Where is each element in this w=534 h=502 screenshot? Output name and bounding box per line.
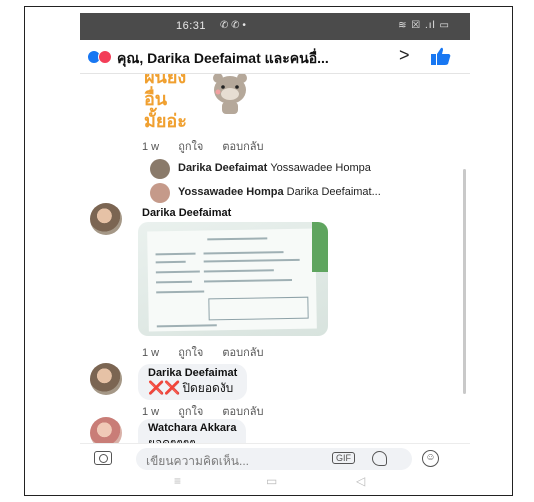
document-photo[interactable] [138, 222, 328, 336]
home-icon[interactable]: ▭ [266, 474, 277, 488]
cross-mark-icon: ❌❌ [148, 380, 181, 395]
comment-author[interactable]: Darika Deefaimat [148, 367, 237, 379]
phone-screen: 16:31 ✆ ✆ • ≋ ☒ .ıl ▭ คุณ, Darika Deefai… [80, 13, 470, 491]
comment-time: 1 w [142, 406, 160, 418]
reply-author: Darika Deefaimat Yossawadee Hompa [178, 162, 371, 174]
android-nav-bar: ≡ ▭ ◁ [80, 473, 470, 491]
comment-text: ❌❌ ปิดยอดงับ [148, 380, 234, 395]
reactors-title[interactable]: คุณ, Darika Deefaimat และคนอื่... [117, 48, 329, 70]
system-icons: ≋ ☒ .ıl ▭ [398, 20, 450, 31]
avatar [150, 183, 170, 203]
love-reaction-icon [98, 50, 112, 64]
reactions-header[interactable]: คุณ, Darika Deefaimat และคนอื่... > [80, 40, 470, 74]
reply-link[interactable]: ตอบกลับ [222, 141, 263, 153]
like-link[interactable]: ถูกใจ [178, 141, 203, 153]
reply-link[interactable]: ตอบกลับ [222, 406, 263, 418]
avatar [150, 159, 170, 179]
comment-actions: 1 w ถูกใจ ตอบกลับ [142, 137, 280, 155]
like-link[interactable]: ถูกใจ [178, 347, 203, 359]
reply-author: Yossawadee Hompa Darika Deefaimat... [178, 186, 381, 198]
status-bar: 16:31 ✆ ✆ • ≋ ☒ .ıl ▭ [80, 13, 470, 40]
like-thumb-icon[interactable] [430, 46, 452, 66]
bear-sticker-icon [213, 74, 247, 114]
avatar[interactable] [90, 363, 122, 395]
chevron-right-icon[interactable]: > [399, 45, 410, 66]
avatar[interactable] [90, 203, 122, 235]
gif-icon[interactable]: GIF [332, 452, 355, 464]
post-time: 1 w [142, 347, 160, 359]
comment-bubble[interactable]: Darika Deefaimat ❌❌ ปิดยอดงับ [138, 364, 248, 400]
comments-feed[interactable]: ฝันยัง อื่น มั้ยอ่ะ 1 w ถูกใจ ตอบกลับ Da… [80, 74, 470, 444]
comment-input[interactable]: เขียนความคิดเห็น... GIF [136, 448, 412, 470]
sticker-text: ฝันยัง อื่น มั้ยอ่ะ [144, 74, 187, 131]
scrollbar[interactable] [463, 169, 466, 394]
post-author[interactable]: Darika Deefaimat [142, 207, 231, 219]
comment-author[interactable]: Watchara Akkara [148, 422, 236, 434]
emoji-icon[interactable]: ☺ [422, 450, 439, 467]
recents-icon[interactable]: ≡ [174, 474, 181, 488]
reaction-icons [87, 50, 117, 64]
comment-placeholder: เขียนความคิดเห็น... [146, 454, 249, 468]
avatar[interactable] [90, 417, 122, 444]
sticker-icon[interactable] [372, 451, 387, 466]
camera-icon[interactable] [94, 451, 112, 465]
comment-bubble[interactable]: Watchara Akkara ยอดๆๆๆๆ [138, 419, 247, 444]
back-icon[interactable]: ◁ [356, 474, 365, 488]
reply-link[interactable]: ตอบกลับ [222, 347, 263, 359]
notification-icons: ✆ ✆ • [220, 20, 246, 31]
comment-composer: เขียนความคิดเห็น... GIF ☺ [80, 443, 470, 473]
post-actions: 1 w ถูกใจ ตอบกลับ [142, 343, 280, 361]
comment-actions: 1 w ถูกใจ ตอบกลับ [142, 402, 280, 420]
status-time: 16:31 [176, 20, 207, 32]
like-link[interactable]: ถูกใจ [178, 406, 203, 418]
comment-time: 1 w [142, 141, 160, 153]
sticker-comment: ฝันยัง อื่น มั้ยอ่ะ [142, 74, 252, 131]
